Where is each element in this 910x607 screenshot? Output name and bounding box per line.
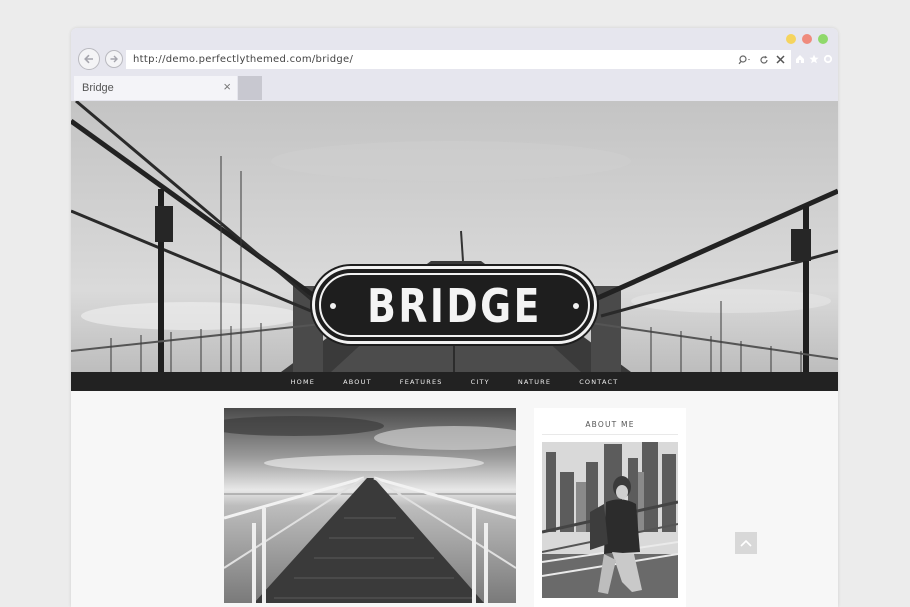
tab-title: Bridge xyxy=(82,82,114,94)
browser-window: http://demo.perfectlythemed.com/bridge/ xyxy=(71,28,838,607)
sidebar-divider xyxy=(542,434,678,435)
hero-banner: BRIDGE xyxy=(71,101,838,372)
logo-dot-right xyxy=(573,303,579,309)
sidebar-widget-about: ABOUT ME xyxy=(534,408,686,607)
menu-item-contact[interactable]: CONTACT xyxy=(579,378,618,386)
logo-dot-left xyxy=(330,303,336,309)
url-text: http://demo.perfectlythemed.com/bridge/ xyxy=(133,54,354,65)
arrow-left-icon xyxy=(84,54,93,64)
home-icon[interactable] xyxy=(795,54,805,64)
star-icon[interactable] xyxy=(809,54,819,64)
close-icon[interactable] xyxy=(776,55,785,64)
menu-item-nature[interactable]: NATURE xyxy=(518,378,551,386)
menu-item-home[interactable]: HOME xyxy=(291,378,316,386)
refresh-icon[interactable] xyxy=(759,55,769,65)
search-icon[interactable] xyxy=(738,54,752,65)
about-me-photo[interactable] xyxy=(542,442,678,598)
browser-tab[interactable]: Bridge × xyxy=(74,76,237,100)
window-controls xyxy=(786,34,828,44)
logo-text: BRIDGE xyxy=(367,279,542,333)
address-bar-actions xyxy=(738,50,785,69)
forward-button[interactable] xyxy=(105,50,123,68)
address-bar[interactable]: http://demo.perfectlythemed.com/bridge/ xyxy=(126,50,791,69)
close-window-button[interactable] xyxy=(802,34,812,44)
tab-close-button[interactable]: × xyxy=(223,80,231,94)
scroll-to-top-button[interactable] xyxy=(735,532,757,554)
menu-item-city[interactable]: CITY xyxy=(471,378,490,386)
menu-item-features[interactable]: FEATURES xyxy=(400,378,443,386)
featured-post-image[interactable] xyxy=(224,408,516,603)
arrow-right-icon xyxy=(110,55,118,63)
pier-photo xyxy=(224,408,516,603)
sidebar-title: ABOUT ME xyxy=(585,420,635,429)
new-tab-button[interactable] xyxy=(238,76,262,100)
browser-chrome: http://demo.perfectlythemed.com/bridge/ xyxy=(71,28,838,101)
back-button[interactable] xyxy=(78,48,100,70)
browser-toolbar-icons xyxy=(795,54,833,64)
maximize-button[interactable] xyxy=(818,34,828,44)
city-portrait-photo xyxy=(542,442,678,598)
gear-icon[interactable] xyxy=(823,54,833,64)
site-logo[interactable]: BRIDGE xyxy=(312,266,597,344)
main-menu: HOME ABOUT FEATURES CITY NATURE CONTACT xyxy=(71,372,838,391)
page-content: ABOUT ME xyxy=(71,391,838,607)
menu-item-about[interactable]: ABOUT xyxy=(343,378,372,386)
chevron-up-icon xyxy=(740,539,752,547)
minimize-button[interactable] xyxy=(786,34,796,44)
